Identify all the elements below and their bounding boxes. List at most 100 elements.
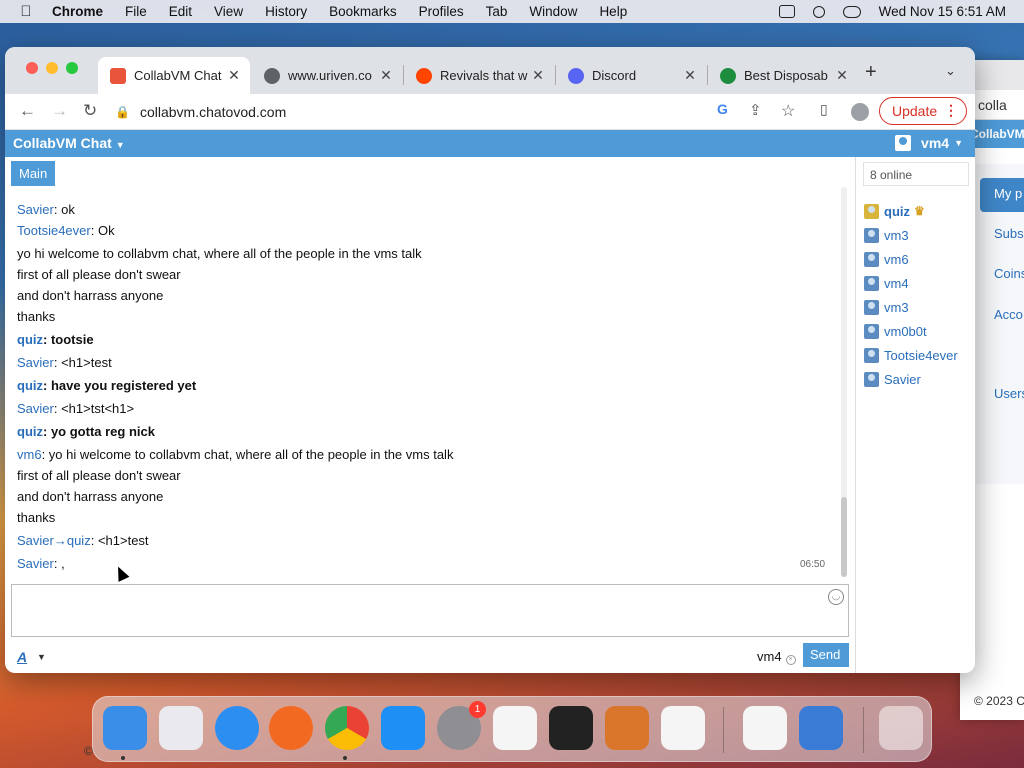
- launchpad-icon[interactable]: [159, 706, 203, 750]
- menu-view[interactable]: View: [214, 4, 243, 19]
- user-list: quiz ♛ vm3 vm6 vm4 vm3 vm0b0t Tootsie4ever Savie…: [864, 199, 958, 391]
- message-nick[interactable]: quiz: [17, 378, 43, 393]
- more-vertical-icon[interactable]: ⋮: [944, 102, 958, 119]
- user-menu[interactable]: vm4 ▼: [895, 135, 963, 151]
- reload-icon[interactable]: ↻: [83, 101, 97, 121]
- background-my-button[interactable]: My p: [980, 178, 1024, 212]
- dock-separator: [863, 707, 864, 753]
- apple-icon[interactable]: : [0, 3, 52, 20]
- user-list-item[interactable]: vm4: [864, 271, 958, 295]
- background-link-users[interactable]: Users: [994, 386, 1024, 401]
- url-text: collabvm.chatovod.com: [139, 104, 287, 120]
- back-arrow-icon[interactable]: ←: [19, 101, 36, 121]
- menu-file[interactable]: File: [125, 4, 147, 19]
- close-window-button[interactable]: [26, 62, 38, 74]
- message-text: yo hi welcome to collabvm chat, where al…: [48, 447, 454, 462]
- update-label: Update: [892, 103, 938, 119]
- chat-message: Savier: <h1>test: [17, 352, 847, 373]
- tab-search-chevron-icon[interactable]: ⌄: [945, 63, 956, 79]
- background-link-subs[interactable]: Subs: [994, 226, 1024, 241]
- menu-profiles[interactable]: Profiles: [419, 4, 464, 19]
- user-list-item[interactable]: vm6: [864, 247, 958, 271]
- spotlight-search-icon[interactable]: [812, 5, 825, 18]
- message-separator: :: [53, 355, 62, 370]
- menu-bookmarks[interactable]: Bookmarks: [329, 4, 397, 19]
- menu-clock[interactable]: Wed Nov 15 6:51 AM: [879, 4, 1006, 19]
- textedit-icon[interactable]: [493, 706, 537, 750]
- control-center-icon[interactable]: [842, 5, 861, 18]
- user-list-item[interactable]: Tootsie4ever: [864, 343, 958, 367]
- tab-strip: CollabVM Chat ✕ www.uriven.co ✕ Revivals…: [5, 47, 975, 94]
- trash-icon[interactable]: [879, 706, 923, 750]
- google-lens-icon[interactable]: G: [717, 101, 728, 117]
- app-store-icon[interactable]: [381, 706, 425, 750]
- clear-nick-icon[interactable]: ×: [785, 655, 796, 665]
- message-input[interactable]: ◡: [11, 584, 849, 637]
- scrollbar-thumb[interactable]: [841, 497, 847, 577]
- close-tab-icon[interactable]: ✕: [682, 67, 698, 84]
- menu-tab[interactable]: Tab: [486, 4, 508, 19]
- background-link-account[interactable]: Acco: [994, 307, 1023, 322]
- visual-studio-icon[interactable]: [743, 706, 787, 750]
- profile-avatar-icon[interactable]: [851, 103, 869, 121]
- message-nick[interactable]: quiz: [17, 424, 43, 439]
- send-button[interactable]: Send: [803, 643, 849, 667]
- user-list-item[interactable]: vm0b0t: [864, 319, 958, 343]
- close-tab-icon[interactable]: ✕: [378, 67, 394, 84]
- smiley-icon[interactable]: ◡: [828, 589, 844, 605]
- menu-history[interactable]: History: [265, 4, 307, 19]
- side-panel-icon[interactable]: ▯: [820, 101, 828, 118]
- message-nick[interactable]: vm6: [17, 447, 42, 462]
- tab-uriven[interactable]: www.uriven.co ✕: [252, 57, 402, 94]
- share-icon[interactable]: ⇪: [749, 101, 762, 119]
- text-format-button[interactable]: A: [17, 649, 27, 665]
- update-chrome-button[interactable]: Update ⋮: [879, 97, 967, 125]
- new-tab-button[interactable]: +: [865, 61, 877, 84]
- message-nick[interactable]: Tootsie4ever: [17, 223, 91, 238]
- safari-icon[interactable]: [215, 706, 259, 750]
- address-bar[interactable]: 🔒 collabvm.chatovod.com: [115, 98, 765, 126]
- terminal-icon[interactable]: [549, 706, 593, 750]
- message-nick[interactable]: Savier: [17, 355, 54, 370]
- message-nick[interactable]: quiz: [17, 332, 43, 347]
- menu-window[interactable]: Window: [529, 4, 577, 19]
- user-list-item[interactable]: Savier: [864, 367, 958, 391]
- chat-title-menu[interactable]: CollabVM Chat ▼: [13, 135, 125, 151]
- close-tab-icon[interactable]: ✕: [226, 67, 242, 84]
- user-list-item[interactable]: vm3: [864, 295, 958, 319]
- user-list-item[interactable]: vm3: [864, 223, 958, 247]
- close-tab-icon[interactable]: ✕: [530, 67, 546, 84]
- caret-down-icon[interactable]: ▼: [37, 652, 46, 662]
- tab-collabvm-chat[interactable]: CollabVM Chat ✕: [98, 57, 250, 94]
- background-link-coins[interactable]: Coins: [994, 266, 1024, 281]
- menu-edit[interactable]: Edit: [169, 4, 192, 19]
- garageband-icon[interactable]: [605, 706, 649, 750]
- tab-discord[interactable]: Discord ✕: [556, 57, 706, 94]
- message-nick[interactable]: Savier: [17, 401, 54, 416]
- nickname-field[interactable]: vm4 ×: [757, 649, 796, 665]
- lock-icon[interactable]: 🔒: [115, 105, 130, 119]
- forward-arrow-icon[interactable]: →: [51, 101, 68, 121]
- zoom-window-button[interactable]: [66, 62, 78, 74]
- room-tab-main[interactable]: Main: [11, 161, 55, 186]
- user-list-item[interactable]: quiz ♛: [864, 199, 958, 223]
- chat-message: and don't harrass anyone: [17, 285, 847, 306]
- menu-help[interactable]: Help: [599, 4, 627, 19]
- bookmark-star-icon[interactable]: ☆: [781, 101, 795, 121]
- weather-icon[interactable]: [799, 706, 843, 750]
- message-nick[interactable]: Savier: [17, 202, 54, 217]
- firefox-icon[interactable]: [269, 706, 313, 750]
- chrome-window: CollabVM Chat ✕ www.uriven.co ✕ Revivals…: [5, 47, 975, 673]
- message-nick[interactable]: Savier→quiz: [17, 533, 91, 548]
- close-tab-icon[interactable]: ✕: [834, 67, 850, 84]
- screen-mirroring-icon[interactable]: [778, 5, 795, 18]
- tab-reddit[interactable]: Revivals that w ✕: [404, 57, 554, 94]
- chrome-icon[interactable]: [325, 706, 369, 750]
- tab-best-disposable[interactable]: Best Disposab ✕: [708, 57, 858, 94]
- message-nick[interactable]: Savier: [17, 556, 54, 571]
- vscode-icon[interactable]: [661, 706, 705, 750]
- menu-app-name[interactable]: Chrome: [52, 4, 103, 19]
- finder-icon[interactable]: [103, 706, 147, 750]
- tab-title: Discord: [592, 68, 637, 83]
- minimize-window-button[interactable]: [46, 62, 58, 74]
